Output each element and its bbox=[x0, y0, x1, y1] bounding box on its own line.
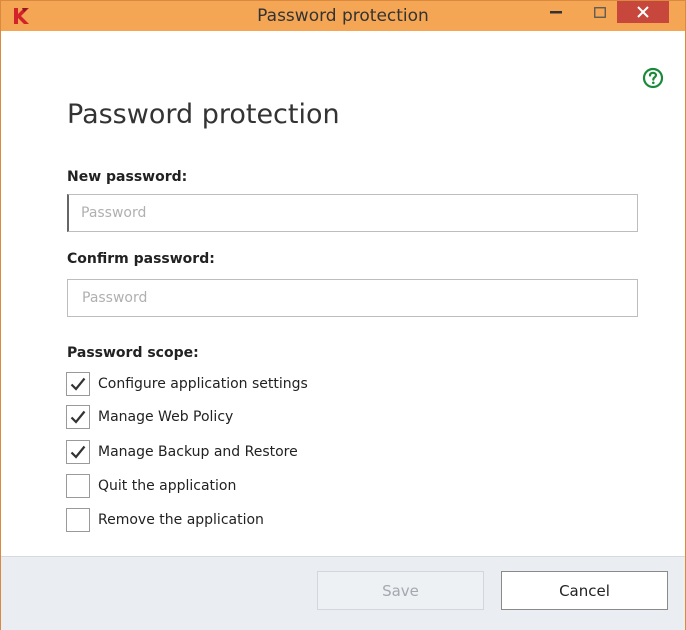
maximize-button[interactable] bbox=[583, 1, 617, 23]
checkbox[interactable] bbox=[66, 508, 90, 532]
checkbox[interactable] bbox=[66, 405, 90, 429]
scope-checkbox-manage-web-policy[interactable]: Manage Web Policy bbox=[66, 404, 233, 430]
confirm-password-label: Confirm password: bbox=[67, 251, 215, 267]
checkbox-label: Remove the application bbox=[98, 512, 264, 528]
page-title: Password protection bbox=[67, 99, 340, 130]
checkbox-label: Manage Web Policy bbox=[98, 409, 234, 425]
help-circle-icon[interactable] bbox=[642, 67, 664, 89]
scope-checkbox-quit-application[interactable]: Quit the application bbox=[66, 473, 236, 499]
close-icon bbox=[637, 6, 649, 18]
scope-checkbox-remove-application[interactable]: Remove the application bbox=[66, 507, 264, 533]
scope-checkbox-configure-settings[interactable]: Configure application settings bbox=[66, 371, 308, 397]
maximize-icon bbox=[594, 6, 606, 18]
close-button[interactable] bbox=[617, 1, 669, 23]
checkbox[interactable] bbox=[66, 440, 90, 464]
scope-checkbox-manage-backup-restore[interactable]: Manage Backup and Restore bbox=[66, 439, 298, 465]
new-password-field[interactable] bbox=[67, 194, 638, 232]
save-button[interactable]: Save bbox=[317, 571, 484, 610]
password-scope-label: Password scope: bbox=[67, 345, 199, 361]
title-bar[interactable]: Password protection bbox=[1, 1, 685, 31]
password-protection-window: Password protection Password protection … bbox=[0, 0, 686, 630]
confirm-password-field[interactable] bbox=[67, 279, 638, 317]
minimize-button[interactable] bbox=[539, 1, 573, 23]
cancel-button[interactable]: Cancel bbox=[501, 571, 668, 610]
checkmark-icon bbox=[70, 445, 86, 459]
checkbox-label: Configure application settings bbox=[98, 376, 308, 392]
new-password-label: New password: bbox=[67, 169, 188, 185]
checkbox[interactable] bbox=[66, 474, 90, 498]
checkmark-icon bbox=[70, 377, 86, 391]
checkbox-label: Manage Backup and Restore bbox=[98, 444, 298, 460]
minimize-icon bbox=[550, 11, 562, 14]
checkbox-label: Quit the application bbox=[98, 478, 237, 494]
checkbox[interactable] bbox=[66, 372, 90, 396]
checkmark-icon bbox=[70, 410, 86, 424]
